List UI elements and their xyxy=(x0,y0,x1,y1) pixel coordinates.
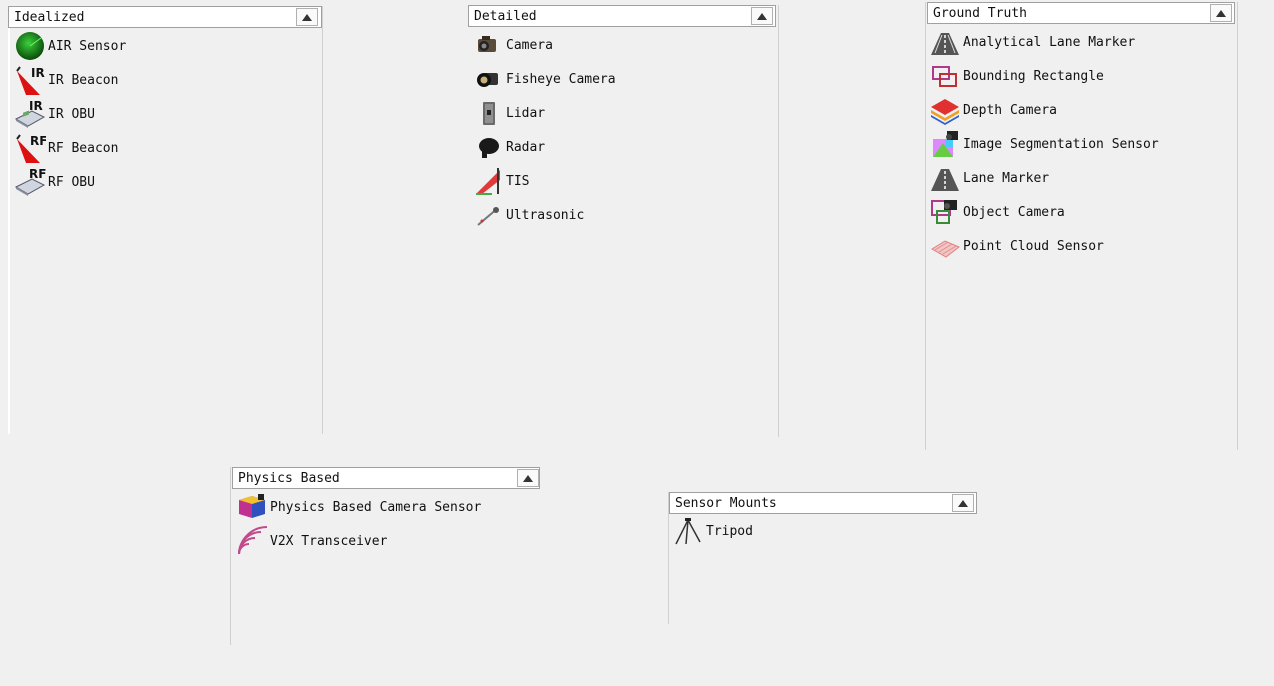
ir-obu-icon: IR xyxy=(14,99,46,129)
svg-text:IR: IR xyxy=(29,99,43,113)
panel-ground-truth: Ground Truth Analytical Lane Marker Boun… xyxy=(925,2,1239,450)
item-label: Fisheye Camera xyxy=(506,71,616,87)
panel-detailed: Detailed Camera Fisheye Camera Lidar Rad… xyxy=(468,5,780,437)
item-label: Analytical Lane Marker xyxy=(963,34,1136,50)
rf-beacon-icon: RF xyxy=(14,133,46,163)
item-label: Tripod xyxy=(706,523,753,539)
item-label: Camera xyxy=(506,37,553,53)
panel-left-edge xyxy=(230,467,231,645)
list-item-point-cloud-sensor[interactable]: Point Cloud Sensor xyxy=(929,231,1104,261)
panel-title: Physics Based xyxy=(238,470,340,486)
panel-right-edge xyxy=(778,5,779,437)
point-cloud-icon xyxy=(929,231,961,261)
collapse-arrow-icon[interactable] xyxy=(751,7,773,25)
item-label: AIR Sensor xyxy=(48,38,127,54)
panel-header[interactable]: Detailed xyxy=(468,5,776,27)
fisheye-camera-icon xyxy=(472,64,504,94)
analytical-lane-marker-icon xyxy=(929,27,961,57)
list-item-object-camera[interactable]: Object Camera xyxy=(929,197,1065,227)
bounding-rectangle-icon xyxy=(929,61,961,91)
list-item-bounding-rectangle[interactable]: Bounding Rectangle xyxy=(929,61,1104,91)
list-item-tis[interactable]: TIS xyxy=(472,166,529,196)
image-segmentation-icon xyxy=(929,129,961,159)
item-label: Image Segmentation Sensor xyxy=(963,136,1159,152)
item-label: RF Beacon xyxy=(48,140,119,156)
panel-header[interactable]: Sensor Mounts xyxy=(669,492,977,514)
list-item-camera[interactable]: Camera xyxy=(472,30,553,60)
ir-beacon-icon: IR xyxy=(14,65,46,95)
list-item-fisheye-camera[interactable]: Fisheye Camera xyxy=(472,64,616,94)
radar-scope-icon xyxy=(14,31,46,61)
collapse-arrow-icon[interactable] xyxy=(517,469,539,487)
tis-icon xyxy=(472,166,504,196)
panel-left-edge xyxy=(8,6,10,434)
v2x-transceiver-icon xyxy=(236,526,268,556)
panel-right-edge xyxy=(1237,2,1238,450)
item-label: RF OBU xyxy=(48,174,95,190)
item-label: Object Camera xyxy=(963,204,1065,220)
panel-header[interactable]: Physics Based xyxy=(232,467,540,489)
list-item-lidar[interactable]: Lidar xyxy=(472,98,545,128)
list-item-physics-based-camera-sensor[interactable]: Physics Based Camera Sensor xyxy=(236,492,481,522)
lane-marker-icon xyxy=(929,163,961,193)
panel-right-edge xyxy=(322,6,323,434)
item-label: Physics Based Camera Sensor xyxy=(270,499,482,515)
rf-obu-icon: RF xyxy=(14,167,46,197)
item-label: Lane Marker xyxy=(963,170,1050,186)
panel-header[interactable]: Idealized xyxy=(8,6,322,28)
list-item-ir-obu[interactable]: IR IR OBU xyxy=(14,99,95,129)
collapse-arrow-icon[interactable] xyxy=(296,8,318,26)
camera-icon xyxy=(472,30,504,60)
collapse-arrow-icon[interactable] xyxy=(952,494,974,512)
svg-text:RF: RF xyxy=(30,134,46,148)
panel-title: Detailed xyxy=(474,8,537,24)
item-label: Radar xyxy=(506,139,546,155)
object-camera-icon xyxy=(929,197,961,227)
list-item-rf-beacon[interactable]: RF RF Beacon xyxy=(14,133,118,163)
list-item-ir-beacon[interactable]: IR IR Beacon xyxy=(14,65,118,95)
list-item-depth-camera[interactable]: Depth Camera xyxy=(929,95,1057,125)
physics-camera-icon xyxy=(236,492,268,522)
item-label: TIS xyxy=(506,173,530,189)
item-label: Point Cloud Sensor xyxy=(963,238,1104,254)
panel-physics-based: Physics Based Physics Based Camera Senso… xyxy=(230,467,542,645)
list-item-radar[interactable]: Radar xyxy=(472,132,545,162)
list-item-tripod[interactable]: Tripod xyxy=(672,516,753,546)
svg-text:RF: RF xyxy=(29,167,46,181)
panel-sensor-mounts: Sensor Mounts Tripod xyxy=(668,492,978,624)
item-label: Ultrasonic xyxy=(506,207,585,223)
list-item-rf-obu[interactable]: RF RF OBU xyxy=(14,167,95,197)
ultrasonic-icon xyxy=(472,200,504,230)
item-label: IR OBU xyxy=(48,106,95,122)
panel-title: Idealized xyxy=(14,9,85,25)
item-label: V2X Transceiver xyxy=(270,533,388,549)
panel-idealized: Idealized AIR Sensor IR IR Beacon IR IR … xyxy=(8,6,324,434)
item-label: IR Beacon xyxy=(48,72,119,88)
tripod-icon xyxy=(672,516,704,546)
lidar-icon xyxy=(472,98,504,128)
depth-camera-icon xyxy=(929,95,961,125)
list-item-image-segmentation-sensor[interactable]: Image Segmentation Sensor xyxy=(929,129,1159,159)
collapse-arrow-icon[interactable] xyxy=(1210,4,1232,22)
item-label: Depth Camera xyxy=(963,102,1057,118)
list-item-analytical-lane-marker[interactable]: Analytical Lane Marker xyxy=(929,27,1135,57)
panel-left-edge xyxy=(925,2,926,450)
list-item-lane-marker[interactable]: Lane Marker xyxy=(929,163,1049,193)
item-label: Lidar xyxy=(506,105,546,121)
list-item-air-sensor[interactable]: AIR Sensor xyxy=(14,31,126,61)
list-item-ultrasonic[interactable]: Ultrasonic xyxy=(472,200,584,230)
svg-text:IR: IR xyxy=(31,66,45,80)
panel-title: Ground Truth xyxy=(933,5,1027,21)
item-label: Bounding Rectangle xyxy=(963,68,1104,84)
radar-icon xyxy=(472,132,504,162)
panel-title: Sensor Mounts xyxy=(675,495,777,511)
list-item-v2x-transceiver[interactable]: V2X Transceiver xyxy=(236,526,387,556)
panel-header[interactable]: Ground Truth xyxy=(927,2,1235,24)
